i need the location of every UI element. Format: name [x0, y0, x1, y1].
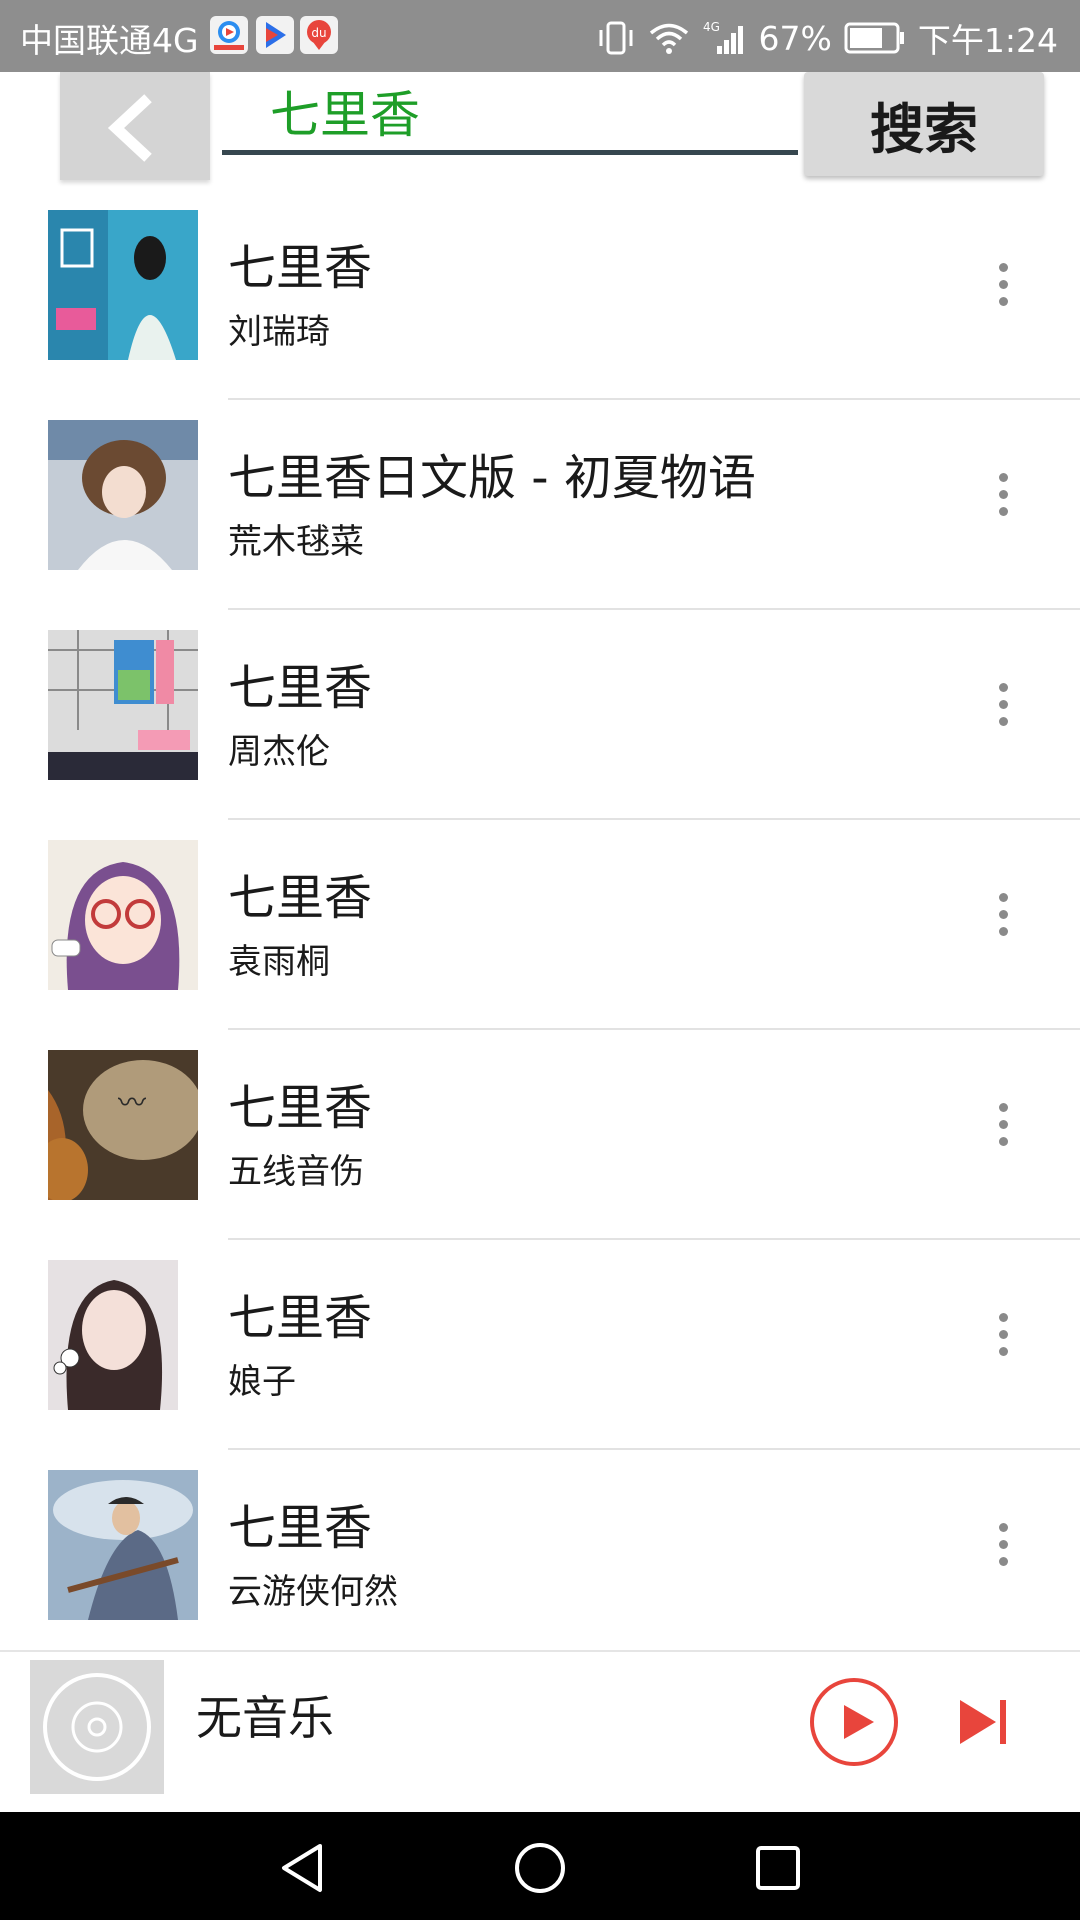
battery-percent: 67% [758, 18, 832, 58]
song-artist: 云游侠何然 [228, 1572, 398, 1612]
nav-back-button[interactable] [272, 1838, 332, 1898]
chevron-left-icon [107, 94, 152, 162]
svg-text:〰: 〰 [118, 1086, 146, 1119]
song-row[interactable]: 七里香 娘子 [0, 1240, 1080, 1450]
song-row[interactable]: 七里香 周杰伦 [0, 610, 1080, 820]
status-time: 下午1:24 [917, 21, 1058, 60]
more-options-button[interactable] [986, 888, 1020, 944]
disc-icon [43, 1673, 151, 1781]
song-title: 七里香 [228, 1290, 373, 1346]
song-title: 七里香 [228, 660, 373, 716]
more-options-button[interactable] [986, 1518, 1020, 1574]
next-button[interactable] [954, 1692, 1014, 1752]
nav-recents-button[interactable] [748, 1838, 808, 1898]
system-nav-bar [0, 1812, 1080, 1920]
back-button[interactable] [60, 72, 210, 180]
song-row[interactable]: 〰 七里香 五线音伤 [0, 1030, 1080, 1240]
album-cover [48, 840, 198, 990]
album-cover [48, 1260, 198, 1410]
status-bar: 中国联通4G du 4G 67% 下午1:24 [0, 0, 1080, 72]
song-row[interactable]: 七里香 刘瑞琦 [0, 190, 1080, 400]
more-options-button[interactable] [986, 678, 1020, 734]
play-icon [810, 1678, 898, 1766]
song-title: 七里香 [228, 240, 373, 296]
album-cover [48, 420, 198, 570]
now-playing-bar[interactable]: 无音乐 [0, 1650, 1080, 1812]
song-artist: 娘子 [228, 1362, 296, 1402]
album-cover [48, 630, 198, 780]
video-app-icon [210, 16, 248, 54]
du-app-icon: du [300, 16, 338, 54]
status-icons: 4G 67% 下午1:24 [597, 14, 1058, 62]
song-artist: 刘瑞琦 [228, 312, 330, 352]
more-options-button[interactable] [986, 468, 1020, 524]
now-playing-cover [30, 1660, 164, 1794]
song-title: 七里香 [228, 1080, 373, 1136]
wifi-icon [649, 23, 688, 54]
song-artist: 五线音伤 [228, 1152, 364, 1192]
network-type-label: 4G [703, 20, 720, 34]
more-options-button[interactable] [986, 258, 1020, 314]
more-options-button[interactable] [986, 1308, 1020, 1364]
battery-icon [844, 22, 904, 54]
album-cover: 〰 [48, 1050, 198, 1200]
album-cover [48, 1470, 198, 1620]
play-button[interactable] [808, 1676, 900, 1768]
song-artist: 周杰伦 [228, 732, 330, 772]
back-triangle-icon [282, 1844, 322, 1892]
svg-text:du: du [311, 26, 326, 40]
search-header: 搜索 [0, 72, 1080, 190]
song-row[interactable]: 七里香 袁雨桐 [0, 820, 1080, 1030]
skip-next-icon [960, 1700, 1006, 1744]
search-button[interactable]: 搜索 [804, 72, 1044, 176]
vibrate-icon [599, 21, 633, 55]
play-app-icon [256, 16, 294, 54]
carrier-label: 中国联通4G [20, 21, 199, 60]
search-input[interactable] [222, 72, 798, 155]
song-title: 七里香日文版 - 初夏物语 [228, 450, 756, 506]
cell-signal-icon: 4G [703, 20, 743, 54]
song-artist: 袁雨桐 [228, 942, 330, 982]
song-row[interactable]: 七里香日文版 - 初夏物语 荒木毬菜 [0, 400, 1080, 610]
recents-square-icon [756, 1846, 800, 1890]
album-cover [48, 210, 198, 360]
nav-home-button[interactable] [510, 1838, 570, 1898]
song-artist: 荒木毬菜 [228, 522, 364, 562]
home-circle-icon [515, 1843, 565, 1893]
song-title: 七里香 [228, 1500, 373, 1556]
song-title: 七里香 [228, 870, 373, 926]
song-list: 七里香 刘瑞琦 七里香日文版 - 初夏物语 荒木毬菜 七里香 周杰伦 七里香 袁… [0, 190, 1080, 1660]
now-playing-title: 无音乐 [196, 1691, 334, 1745]
more-options-button[interactable] [986, 1098, 1020, 1154]
song-row[interactable]: 七里香 云游侠何然 [0, 1450, 1080, 1660]
